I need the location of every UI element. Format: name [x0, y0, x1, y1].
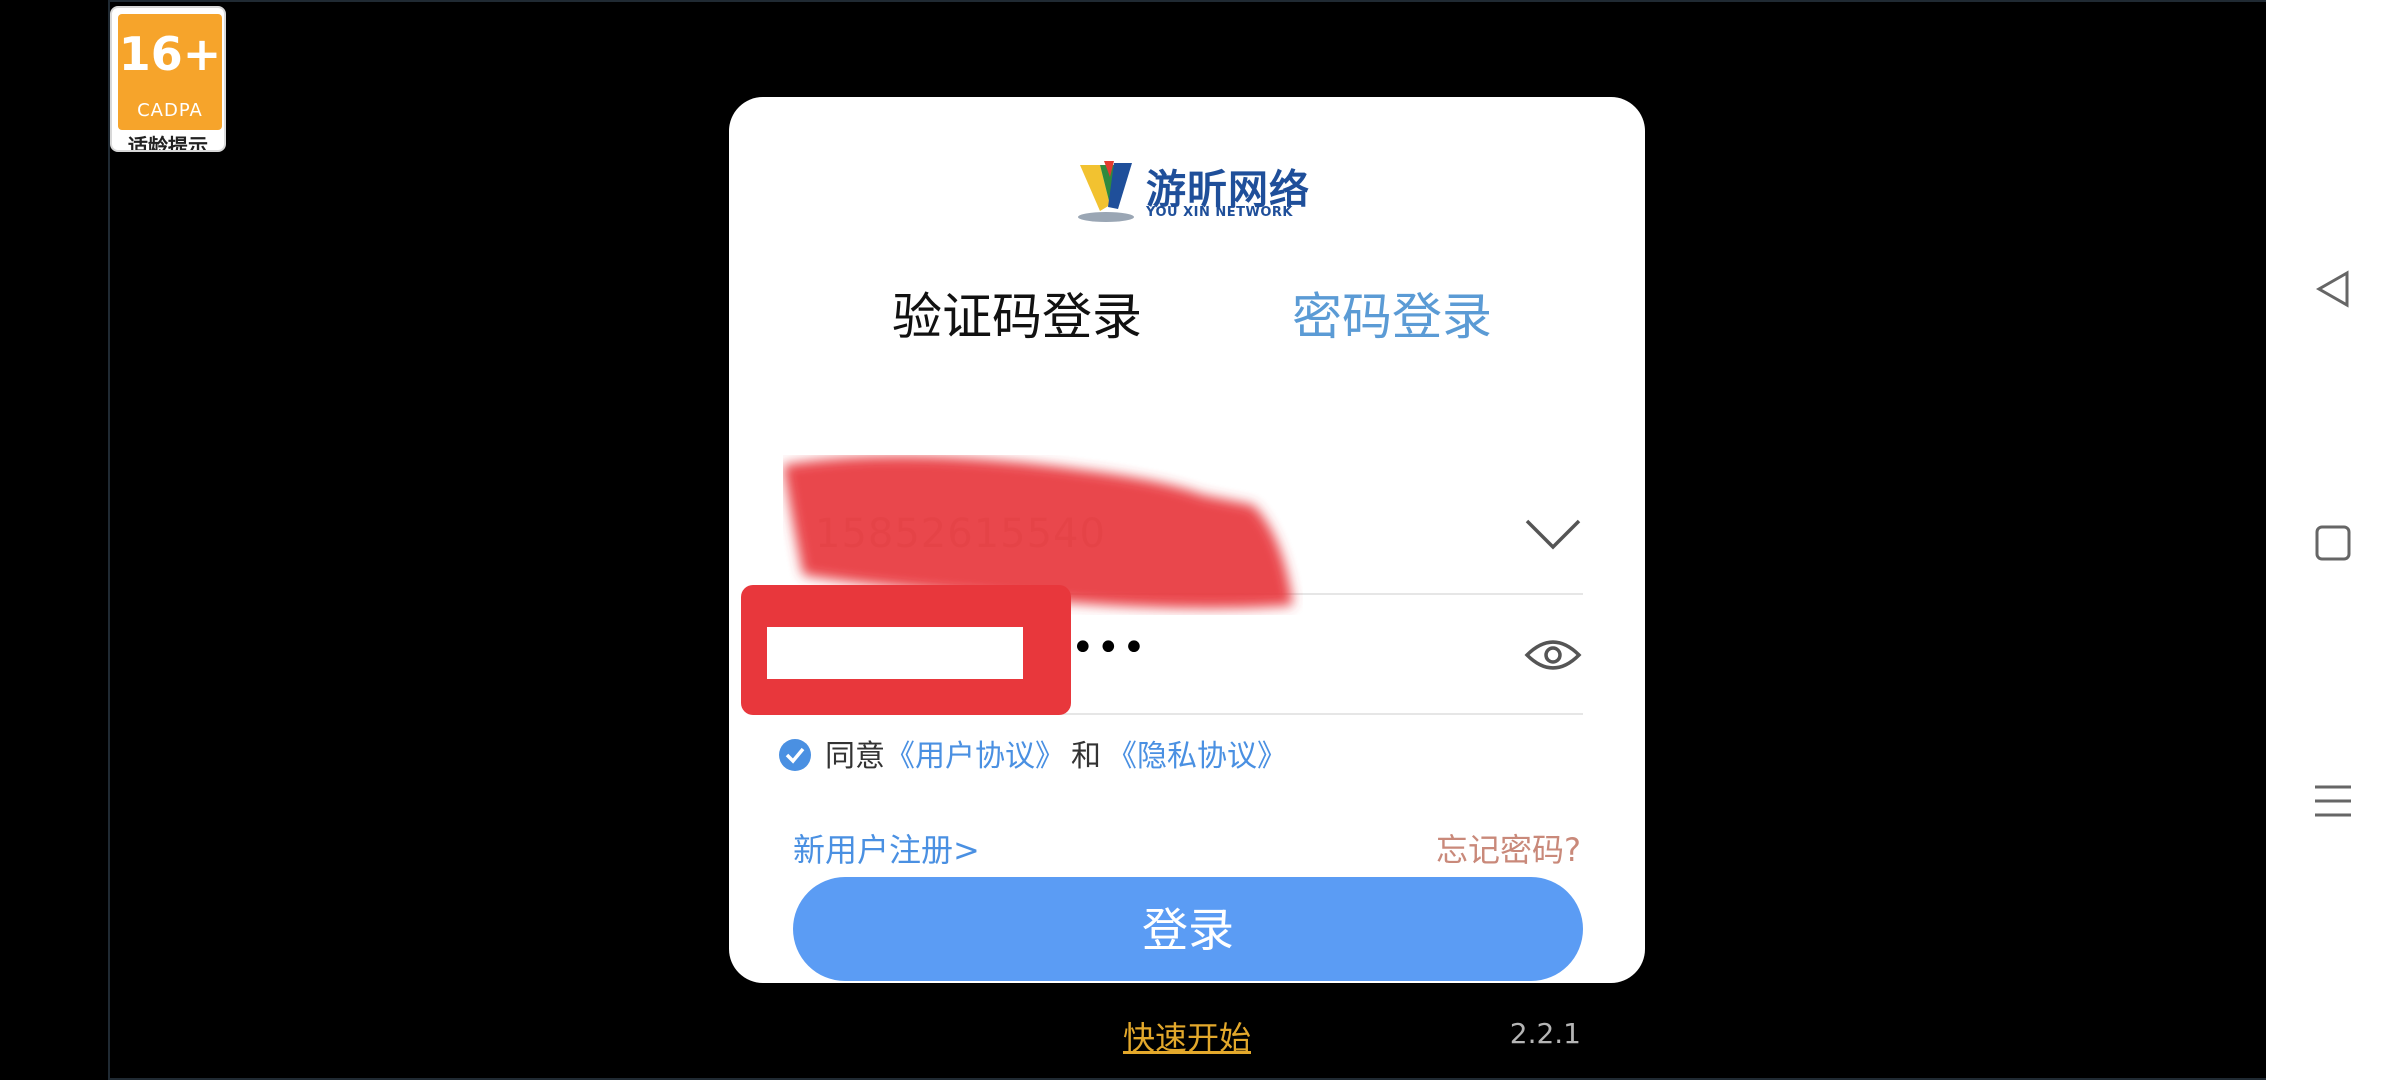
logo-subtitle: YOU XIN NETWORK [1146, 205, 1293, 220]
user-agreement-link[interactable]: 《用户协议》 [885, 739, 1065, 774]
phone-field[interactable]: 15852615540 [783, 456, 1583, 609]
checkbox-checked-icon[interactable] [779, 738, 811, 771]
chevron-down-icon[interactable] [1523, 505, 1583, 565]
company-logo: 游昕网络 YOU XIN NETWORK [1074, 157, 1314, 227]
agreement-and: 和 [1071, 739, 1101, 774]
menu-lines-icon[interactable] [2296, 764, 2370, 838]
agreement-row: 同意《用户协议》和《隐私协议》 [779, 727, 1287, 787]
tab-password-login[interactable]: 密码登录 [1292, 287, 1492, 347]
age-rating-number: 16+ [118, 27, 222, 81]
quick-start-link[interactable]: 快速开始 [729, 1013, 1645, 1059]
logo-mark-icon [1078, 161, 1134, 222]
age-rating-top: 16+ CADPA [118, 14, 222, 130]
age-rating-label: 适龄提示 [128, 134, 208, 152]
annotation-inner-box [767, 627, 1023, 679]
tab-sms-login[interactable]: 验证码登录 [892, 287, 1142, 347]
age-rating-badge[interactable]: 16+ CADPA 适龄提示 [110, 6, 226, 152]
back-triangle-icon[interactable] [2296, 252, 2370, 326]
register-link[interactable]: 新用户注册> [793, 825, 980, 871]
age-rating-org: CADPA [137, 100, 203, 121]
privacy-policy-link[interactable]: 《隐私协议》 [1107, 739, 1287, 774]
system-nav-bar [2266, 0, 2400, 1080]
eye-icon[interactable] [1523, 625, 1583, 685]
forgot-password-link[interactable]: 忘记密码? [1436, 825, 1581, 871]
login-dialog: 游昕网络 YOU XIN NETWORK 验证码登录 密码登录 15852615… [729, 97, 1645, 1057]
agreement-prefix: 同意 [825, 739, 885, 774]
version-label: 2.2.1 [1509, 1017, 1581, 1050]
phone-value: 15852615540 [815, 511, 1106, 557]
home-square-icon[interactable] [2296, 506, 2370, 580]
screen: 16+ CADPA 适龄提示 游昕网络 YOU XIN NETWORK 验证码登… [0, 0, 2400, 1080]
login-button[interactable]: 登录 [793, 877, 1583, 981]
